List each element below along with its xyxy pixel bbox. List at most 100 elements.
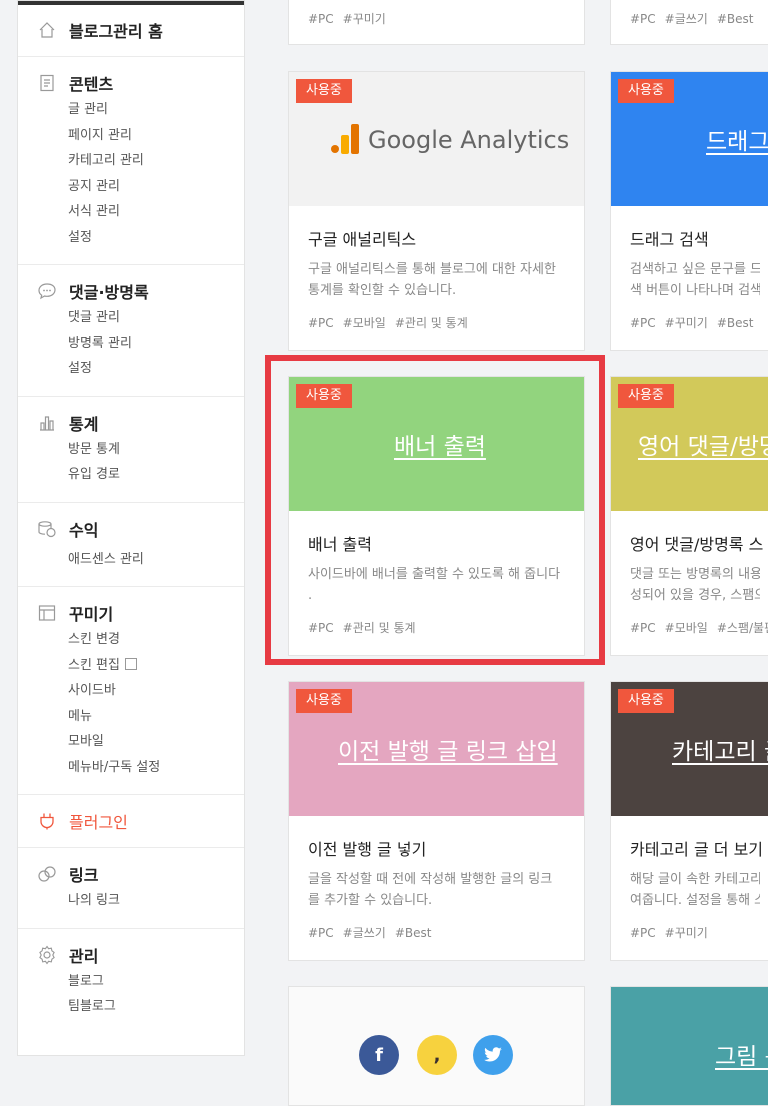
tag[interactable]: #꾸미기 bbox=[665, 926, 708, 940]
tag[interactable]: #모바일 bbox=[343, 316, 386, 330]
card-thumbnail: 사용중 카테고리 글 bbox=[611, 682, 768, 816]
section-title: 링크 bbox=[69, 866, 99, 885]
sidebar-item-team-blog[interactable]: 팀블로그 bbox=[68, 994, 244, 1020]
external-link-icon bbox=[124, 657, 137, 670]
plugin-card-social-share[interactable]: f , bbox=[288, 986, 585, 1106]
card-thumbnail: 사용중 드래그 bbox=[611, 72, 768, 206]
sidebar-item-content-settings[interactable]: 설정 bbox=[68, 225, 244, 251]
plugin-card-previous-post-link[interactable]: 사용중 이전 발행 글 링크 삽입 이전 발행 글 넣기 글을 작성할 때 전에… bbox=[288, 681, 585, 961]
sidebar-item-comment-settings[interactable]: 설정 bbox=[68, 356, 244, 382]
tag[interactable]: #PC bbox=[630, 316, 656, 330]
card-description: 구글 애널리틱스를 통해 블로그에 대한 자세한 통계를 확인할 수 있습니다. bbox=[308, 262, 556, 298]
tag[interactable]: #꾸미기 bbox=[665, 316, 708, 330]
tag[interactable]: #PC bbox=[630, 621, 656, 635]
card-tags: #PC #글쓰기 #Best bbox=[308, 924, 565, 941]
tag[interactable]: #Best bbox=[717, 316, 754, 330]
section-links[interactable]: 링크 bbox=[18, 862, 244, 886]
section-stats[interactable]: 통계 bbox=[18, 411, 244, 435]
sidebar-item-blog[interactable]: 블로그 bbox=[68, 969, 244, 995]
card-thumbnail: 사용중 영어 댓글/방명 bbox=[611, 377, 768, 511]
section-plugins[interactable]: 플러그인 bbox=[18, 809, 244, 833]
sidebar-item-skin-change[interactable]: 스킨 변경 bbox=[68, 627, 244, 653]
in-use-badge: 사용중 bbox=[618, 689, 674, 713]
document-icon bbox=[37, 73, 57, 93]
card-title: 영어 댓글/방명록 스 bbox=[630, 535, 764, 554]
tag[interactable]: #PC bbox=[308, 12, 334, 26]
sidebar-item-my-links[interactable]: 나의 링크 bbox=[68, 888, 244, 914]
tag[interactable]: #PC bbox=[308, 316, 334, 330]
thumbnail-title: 드래그 bbox=[706, 129, 768, 155]
sidebar-item-sidebar[interactable]: 사이드바 bbox=[68, 678, 244, 704]
tag[interactable]: #스팸/불편 bbox=[717, 621, 768, 635]
sidebar-item-referrers[interactable]: 유입 경로 bbox=[68, 462, 244, 488]
tag[interactable]: #글쓰기 bbox=[665, 12, 708, 26]
sidebar-item-mobile[interactable]: 모바일 bbox=[68, 729, 244, 755]
card-description: 댓글 또는 방명록의 내용이 성되어 있을 경우, 스팸으 bbox=[630, 567, 760, 603]
home-icon bbox=[37, 20, 57, 40]
section-design[interactable]: 꾸미기 bbox=[18, 601, 244, 625]
tag[interactable]: #관리 및 통계 bbox=[395, 316, 468, 330]
tag[interactable]: #PC bbox=[308, 926, 334, 940]
card-tags: #PC #관리 및 통계 bbox=[308, 619, 565, 636]
plug-icon bbox=[37, 811, 57, 831]
tag[interactable]: #모바일 bbox=[665, 621, 708, 635]
sidebar-home[interactable]: 블로그관리 홈 bbox=[18, 18, 244, 42]
gear-icon bbox=[37, 945, 57, 965]
sidebar-item-skin-edit[interactable]: 스킨 편집 bbox=[68, 653, 244, 679]
plugin-card[interactable]: #PC #글쓰기 #Best bbox=[610, 0, 768, 45]
google-analytics-wordmark: Google Analytics bbox=[368, 126, 570, 154]
tag[interactable]: #관리 및 통계 bbox=[343, 621, 416, 635]
tag[interactable]: #PC bbox=[630, 926, 656, 940]
sidebar-item-adsense[interactable]: 애드센스 관리 bbox=[68, 547, 244, 573]
card-title: 배너 출력 bbox=[308, 535, 372, 554]
plugin-card-category-more[interactable]: 사용중 카테고리 글 카테고리 글 더 보기 해당 글이 속한 카테고리의여줍니… bbox=[610, 681, 768, 961]
sidebar-item-comments[interactable]: 댓글 관리 bbox=[68, 305, 244, 331]
tag[interactable]: #글쓰기 bbox=[343, 926, 386, 940]
tag[interactable]: #PC bbox=[308, 621, 334, 635]
kakaostory-icon: , bbox=[417, 1035, 457, 1075]
tag[interactable]: #Best bbox=[395, 926, 432, 940]
card-title: 드래그 검색 bbox=[630, 230, 709, 249]
sidebar-item-pages[interactable]: 페이지 관리 bbox=[68, 123, 244, 149]
plugin-card[interactable]: #PC #꾸미기 bbox=[288, 0, 585, 45]
sidebar-item-templates[interactable]: 서식 관리 bbox=[68, 199, 244, 225]
card-thumbnail: f , bbox=[289, 987, 584, 1105]
plugin-card-banner[interactable]: 사용중 배너 출력 배너 출력 사이드바에 배너를 출력할 수 있도록 해 줍니… bbox=[288, 376, 585, 656]
card-thumbnail: 사용중 Google Analytics bbox=[289, 72, 584, 206]
sidebar-item-notices[interactable]: 공지 관리 bbox=[68, 174, 244, 200]
sidebar-item-visit-stats[interactable]: 방문 통계 bbox=[68, 437, 244, 463]
facebook-icon: f bbox=[359, 1035, 399, 1075]
card-thumbnail: 그림 문 bbox=[611, 987, 768, 1105]
sidebar-item-menubar[interactable]: 메뉴바/구독 설정 bbox=[68, 755, 244, 781]
card-description: 사이드바에 배너를 출력할 수 있도록 해 줍니다. bbox=[308, 567, 561, 603]
card-title: 카테고리 글 더 보기 bbox=[630, 840, 764, 859]
bar-chart-icon bbox=[37, 413, 57, 433]
in-use-badge: 사용중 bbox=[296, 79, 352, 103]
card-description: 글을 작성할 때 전에 작성해 발행한 글의 링크 를 추가할 수 있습니다. bbox=[308, 872, 553, 908]
section-revenue[interactable]: 수익 bbox=[18, 517, 244, 541]
plugin-card-drag-search[interactable]: 사용중 드래그 드래그 검색 검색하고 싶은 문구를 드색 버튼이 나타나며 검… bbox=[610, 71, 768, 351]
card-tags: #PC #꾸미기 bbox=[308, 10, 395, 27]
sidebar-item-guestbook[interactable]: 방명록 관리 bbox=[68, 331, 244, 357]
card-tags: #PC #꾸미기 #Best bbox=[630, 314, 760, 331]
thumbnail-title: 그림 문 bbox=[715, 1044, 768, 1070]
card-description: 검색하고 싶은 문구를 드색 버튼이 나타나며 검색 bbox=[630, 262, 760, 298]
card-thumbnail: 사용중 이전 발행 글 링크 삽입 bbox=[289, 682, 584, 816]
sidebar-item-posts[interactable]: 글 관리 bbox=[68, 97, 244, 123]
card-thumbnail: 사용중 배너 출력 bbox=[289, 377, 584, 511]
plugin-card-image[interactable]: 그림 문 bbox=[610, 986, 768, 1106]
sidebar-item-menu[interactable]: 메뉴 bbox=[68, 704, 244, 730]
tag[interactable]: #Best bbox=[717, 12, 754, 26]
in-use-badge: 사용중 bbox=[618, 384, 674, 408]
tag[interactable]: #꾸미기 bbox=[343, 12, 386, 26]
plugin-card-google-analytics[interactable]: 사용중 Google Analytics 구글 애널리틱스 구글 애널리틱스를 … bbox=[288, 71, 585, 351]
section-comments[interactable]: 댓글·방명록 bbox=[18, 279, 244, 303]
section-manage[interactable]: 관리 bbox=[18, 943, 244, 967]
plugin-card-english-spam[interactable]: 사용중 영어 댓글/방명 영어 댓글/방명록 스 댓글 또는 방명록의 내용이 성… bbox=[610, 376, 768, 656]
section-content[interactable]: 콘텐츠 bbox=[18, 71, 244, 95]
tag[interactable]: #PC bbox=[630, 12, 656, 26]
thumbnail-title: 이전 발행 글 링크 삽입 bbox=[338, 739, 558, 765]
sidebar-home-label: 블로그관리 홈 bbox=[69, 22, 163, 41]
thumbnail-title: 카테고리 글 bbox=[672, 739, 768, 765]
sidebar-item-categories[interactable]: 카테고리 관리 bbox=[68, 148, 244, 174]
